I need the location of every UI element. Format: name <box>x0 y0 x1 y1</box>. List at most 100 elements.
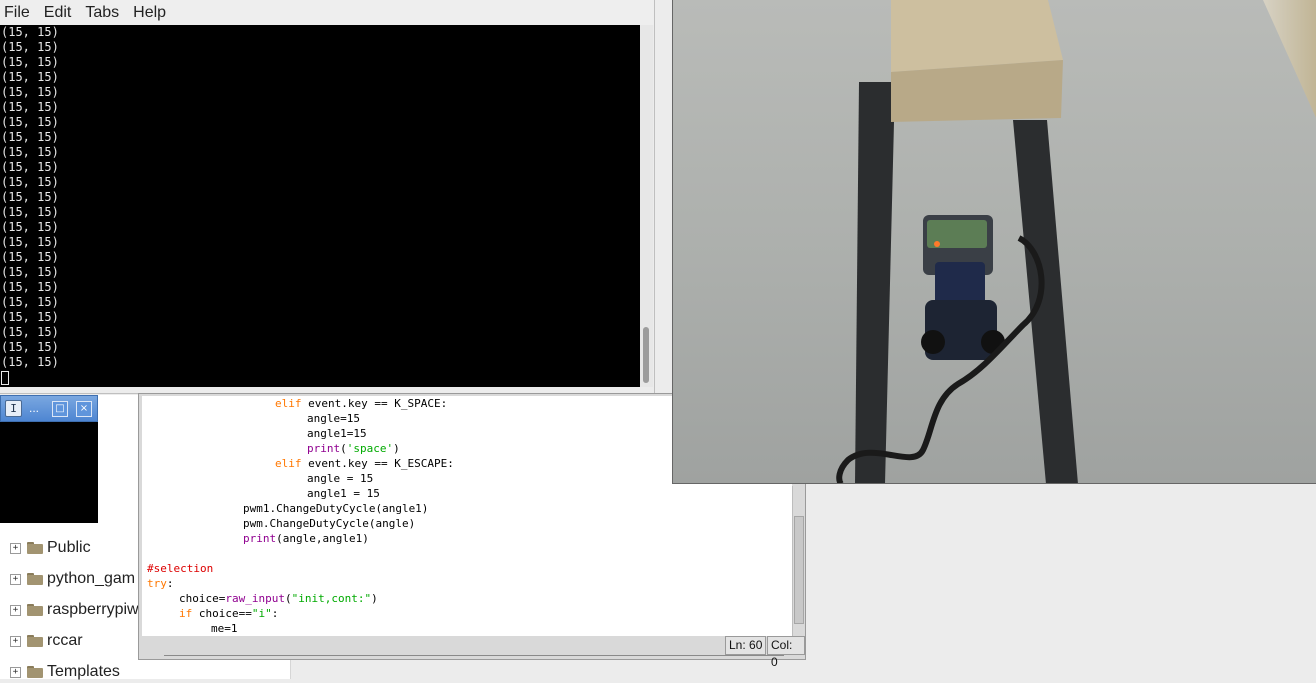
code-token: elif <box>275 457 302 470</box>
menu-edit[interactable]: Edit <box>40 4 78 22</box>
code-token: me=1 <box>211 622 238 635</box>
code-token: ( <box>340 442 347 455</box>
code-token: "init,cont:" <box>291 592 372 605</box>
terminal-output-line: (15, 15) <box>1 25 59 39</box>
terminal-output-lines: (15, 15) (15, 15) (15, 15) (15, 15) (15, 15)… <box>0 25 640 370</box>
expand-toggle-icon[interactable]: + <box>10 666 21 678</box>
expand-toggle-icon[interactable]: + <box>10 542 21 554</box>
code-line: angle1 = 15 <box>142 486 792 501</box>
folder-icon <box>27 604 43 616</box>
expand-toggle-icon[interactable]: + <box>10 573 21 585</box>
status-led <box>934 241 940 247</box>
file-tree-item[interactable]: + Templates <box>10 661 120 683</box>
terminal-output-line: (15, 15) <box>1 160 59 174</box>
small-window-titlebar[interactable]: I ... □ × <box>0 395 98 422</box>
code-line: choice=raw_input("init,cont:") <box>142 591 792 606</box>
code-line: print(angle,angle1) <box>142 531 792 546</box>
small-app-window[interactable]: I ... □ × <box>0 395 98 523</box>
file-tree-item-label: Templates <box>47 663 120 680</box>
code-token: print <box>307 442 341 455</box>
menu-tabs[interactable]: Tabs <box>81 4 125 22</box>
terminal-output-line: (15, 15) <box>1 235 59 249</box>
terminal-window: File Edit Tabs Help (15, 15) (15, 15) (15,… <box>0 0 655 394</box>
expand-toggle-icon[interactable]: + <box>10 635 21 647</box>
terminal-output-line: (15, 15) <box>1 265 59 279</box>
file-tree-item[interactable]: + Public <box>10 537 91 559</box>
menu-help[interactable]: Help <box>129 4 172 22</box>
terminal-menubar: File Edit Tabs Help <box>0 0 654 25</box>
code-line: pwm.ChangeDutyCycle(angle) <box>142 516 792 531</box>
terminal-output[interactable]: (15, 15) (15, 15) (15, 15) (15, 15) (15, 15)… <box>0 25 640 387</box>
maximize-button[interactable]: □ <box>52 401 68 417</box>
terminal-output-line: (15, 15) <box>1 250 59 264</box>
code-token: try <box>147 577 167 590</box>
code-token: angle1=15 <box>307 427 367 440</box>
terminal-output-line: (15, 15) <box>1 220 59 234</box>
code-token: event.key == K_ESCAPE: <box>301 457 454 470</box>
code-token: #selection <box>147 562 214 575</box>
code-token: raw_input <box>225 592 285 605</box>
code-token: choice== <box>192 607 252 620</box>
code-line: if choice=="i": <box>142 606 792 621</box>
terminal-output-line: (15, 15) <box>1 175 59 189</box>
code-token: event.key == K_SPACE: <box>301 397 448 410</box>
expand-toggle-icon[interactable]: + <box>10 604 21 616</box>
file-tree-item-label: rccar <box>47 632 83 649</box>
code-token: choice= <box>179 592 226 605</box>
terminal-output-line: (15, 15) <box>1 325 59 339</box>
terminal-output-line: (15, 15) <box>1 85 59 99</box>
terminal-output-line: (15, 15) <box>1 190 59 204</box>
code-token: angle1 = 15 <box>307 487 380 500</box>
file-tree-item[interactable]: + rccar <box>10 630 83 652</box>
editor-divider <box>164 655 784 656</box>
terminal-cursor <box>1 371 9 385</box>
folder-icon <box>27 573 43 585</box>
code-token: : <box>271 607 279 620</box>
window-title: ... <box>29 401 40 415</box>
file-tree-item-label: raspberrypiw <box>47 601 139 618</box>
file-tree-item[interactable]: + python_gam <box>10 568 135 590</box>
code-token: pwm1.ChangeDutyCycle(angle1) <box>243 502 429 515</box>
code-token: if <box>179 607 193 620</box>
file-tree-item-label: python_gam <box>47 570 136 587</box>
file-tree-item[interactable]: + raspberrypiw <box>10 599 139 621</box>
code-token: (angle,angle1) <box>276 532 369 545</box>
terminal-output-line: (15, 15) <box>1 130 59 144</box>
terminal-output-line: (15, 15) <box>1 355 59 369</box>
editor-scroll-thumb[interactable] <box>794 516 804 624</box>
status-line-number: Ln: 60 <box>725 636 767 655</box>
code-token: ) <box>393 442 400 455</box>
terminal-output-line: (15, 15) <box>1 40 59 54</box>
terminal-output-line: (15, 15) <box>1 310 59 324</box>
terminal-output-line: (15, 15) <box>1 55 59 69</box>
terminal-output-line: (15, 15) <box>1 70 59 84</box>
code-token: ) <box>371 592 378 605</box>
status-column-number: Col: 0 <box>767 636 805 669</box>
code-line: try: <box>142 576 792 591</box>
code-token: "i" <box>251 607 272 620</box>
code-token: pwm.ChangeDutyCycle(angle) <box>243 517 416 530</box>
terminal-output-line: (15, 15) <box>1 280 59 294</box>
code-token: : <box>166 577 174 590</box>
folder-icon <box>27 635 43 647</box>
terminal-output-line: (15, 15) <box>1 205 59 219</box>
code-token: elif <box>275 397 302 410</box>
terminal-output-line: (15, 15) <box>1 340 59 354</box>
terminal-scrollbar[interactable] <box>640 25 653 387</box>
code-token: angle=15 <box>307 412 360 425</box>
code-token: angle = 15 <box>307 472 374 485</box>
terminal-output-line: (15, 15) <box>1 100 59 114</box>
code-line: me=1 <box>142 621 792 636</box>
camera-feed <box>672 0 1316 484</box>
app-icon: I <box>5 400 22 417</box>
code-line: #selection <box>142 561 792 576</box>
folder-icon <box>27 666 43 678</box>
camera-image <box>673 0 1316 483</box>
terminal-scroll-thumb[interactable] <box>643 327 649 383</box>
menu-file[interactable]: File <box>0 4 36 22</box>
terminal-output-line: (15, 15) <box>1 295 59 309</box>
terminal-output-line: (15, 15) <box>1 145 59 159</box>
editor-scrollbar[interactable] <box>792 486 804 636</box>
close-button[interactable]: × <box>76 401 92 417</box>
